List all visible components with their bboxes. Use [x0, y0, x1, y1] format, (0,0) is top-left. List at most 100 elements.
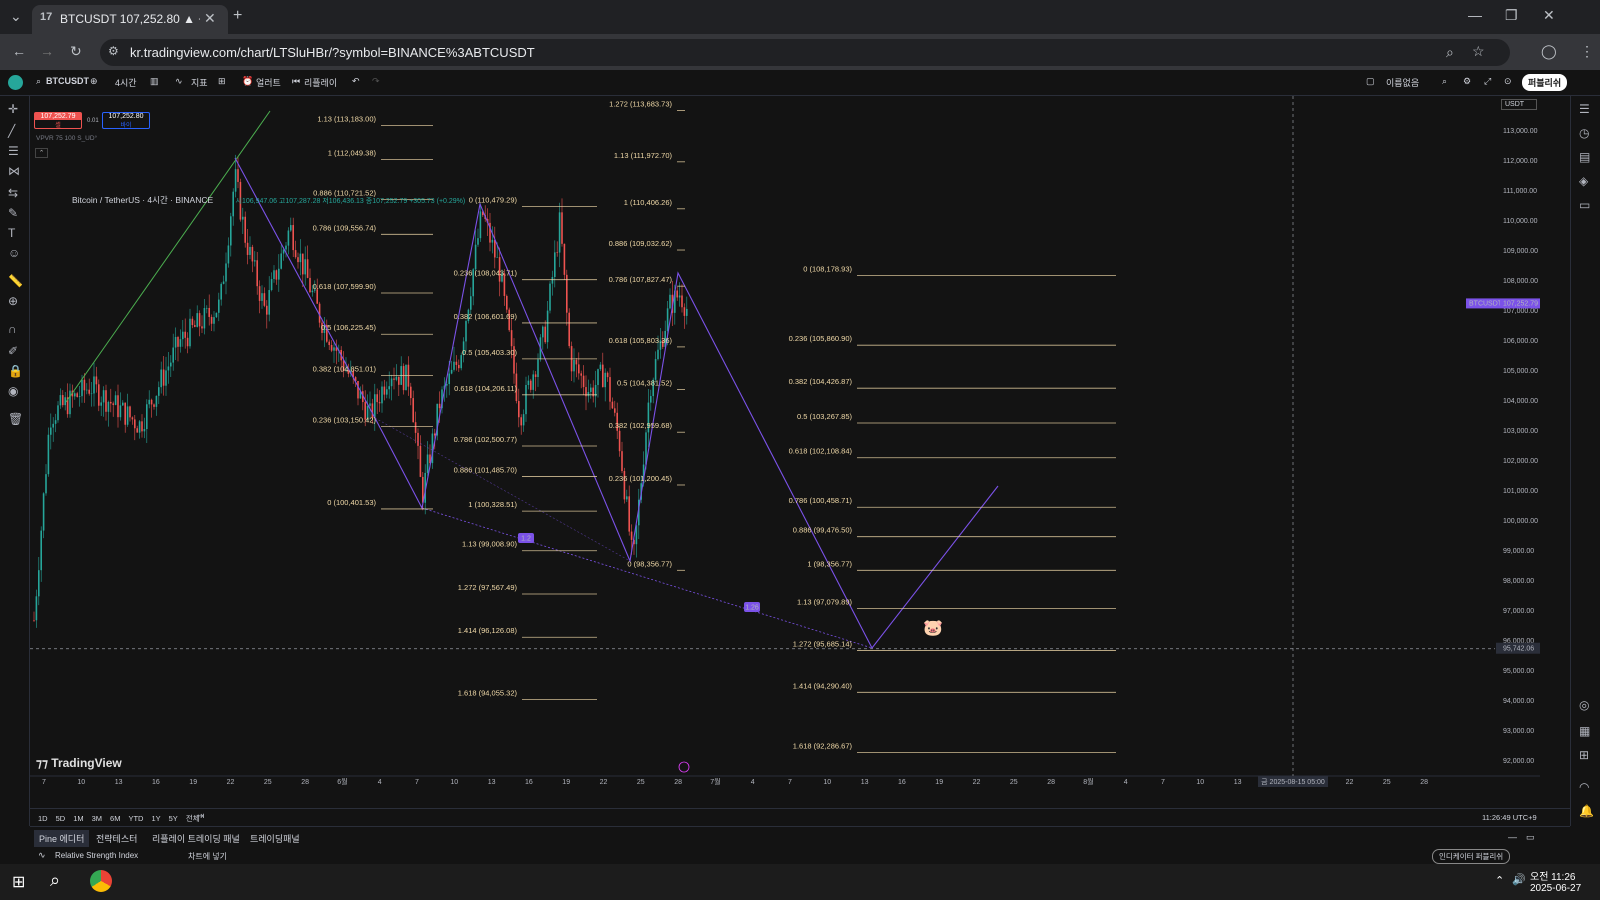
- alert-icon[interactable]: ⏰: [242, 76, 253, 87]
- tab-strategy-tester[interactable]: 전략테스터: [96, 832, 137, 845]
- chat-icon[interactable]: ▭: [1579, 198, 1590, 212]
- watchlist-icon[interactable]: ☰: [1579, 102, 1590, 116]
- bell-icon[interactable]: 🔔: [1579, 804, 1594, 818]
- text-tool-icon[interactable]: T: [8, 226, 15, 240]
- interval-button[interactable]: 4시간: [115, 76, 137, 89]
- reload-icon[interactable]: ↻: [70, 43, 82, 60]
- alerts-clock-icon[interactable]: ◷: [1579, 126, 1589, 140]
- pattern-tool-icon[interactable]: ⋈: [8, 164, 20, 178]
- buy-button[interactable]: 107,252.80 바이: [102, 112, 150, 129]
- magnet-icon[interactable]: ∩: [8, 322, 17, 336]
- alert-button[interactable]: 얼러트: [256, 76, 281, 89]
- range-button[interactable]: 5Y: [169, 814, 178, 823]
- crosshair-icon[interactable]: ✛: [8, 102, 18, 116]
- news-icon[interactable]: ▤: [1579, 150, 1590, 164]
- tab-replay-panel[interactable]: 리플레이 트레이딩 패널: [152, 832, 240, 845]
- vpvr-indicator-label[interactable]: VPVR 75 100 S_UD°: [36, 135, 97, 142]
- templates-icon[interactable]: ⊞: [218, 76, 226, 87]
- pine-script-name[interactable]: Relative Strength Index: [55, 851, 138, 860]
- range-button[interactable]: 3M: [92, 814, 102, 823]
- layout-icon[interactable]: ▢: [1366, 76, 1375, 87]
- chart-type-icon[interactable]: ▥: [150, 76, 159, 87]
- chrome-taskbar-icon[interactable]: [90, 870, 112, 892]
- indicators-icon[interactable]: ∿: [175, 76, 183, 87]
- range-button[interactable]: 1D: [38, 814, 48, 823]
- date-range-icon[interactable]: ⇥: [196, 811, 204, 822]
- snapshot-icon[interactable]: ⊙: [1504, 76, 1512, 87]
- undo-icon[interactable]: ↶: [352, 76, 360, 87]
- quick-search-icon[interactable]: ⌕: [1442, 76, 1447, 87]
- emoji-icon[interactable]: ☺: [8, 246, 20, 260]
- apps-grid-icon[interactable]: ⊞: [1579, 748, 1589, 762]
- sell-button[interactable]: 107,252.79 셀: [34, 112, 82, 129]
- broadcast-icon[interactable]: ◠: [1579, 780, 1589, 794]
- publish-indicator-button[interactable]: 인디케이터 퍼블리쉬: [1432, 849, 1511, 864]
- tab-search-icon[interactable]: ⌄: [10, 8, 22, 25]
- layout-name[interactable]: 이름없음: [1386, 76, 1419, 89]
- menu-dots-icon[interactable]: ⋮: [1580, 43, 1594, 60]
- candle-body: [590, 387, 592, 392]
- eye-icon[interactable]: ◉: [8, 384, 18, 398]
- chart-pane[interactable]: 113,000.00 112,000.00 111,000.00 110,000.00…: [30, 96, 1540, 793]
- replay-button[interactable]: 리플레이: [304, 76, 337, 89]
- tab-pine-editor[interactable]: Pine 에디터: [34, 830, 90, 847]
- new-tab-icon[interactable]: +: [233, 7, 242, 25]
- back-icon[interactable]: ←: [12, 43, 26, 59]
- settings-icon[interactable]: ⚙: [1463, 76, 1471, 87]
- pine-script-icon[interactable]: ∿: [38, 850, 46, 861]
- forecast-tool-icon[interactable]: ⇆: [8, 186, 18, 200]
- minimize-icon[interactable]: —: [1468, 7, 1482, 23]
- volume-icon[interactable]: 🔊: [1512, 873, 1526, 886]
- range-button[interactable]: YTD: [128, 814, 143, 823]
- event-marker-icon[interactable]: [678, 761, 690, 773]
- close-window-icon[interactable]: ✕: [1543, 7, 1555, 24]
- taskbar-time[interactable]: 오전 11:26: [1530, 868, 1575, 883]
- site-info-icon[interactable]: ⚙: [108, 44, 119, 58]
- range-button[interactable]: 5D: [56, 814, 66, 823]
- fib-tool-icon[interactable]: ☰: [8, 144, 19, 158]
- taskbar-date[interactable]: 2025-06-27: [1530, 883, 1581, 894]
- range-button[interactable]: 1M: [73, 814, 83, 823]
- target-icon[interactable]: ◎: [1579, 698, 1589, 712]
- profile-icon[interactable]: ◯: [1541, 43, 1557, 60]
- tab-trading-panel[interactable]: 트레이딩패널: [250, 832, 300, 845]
- layers-icon[interactable]: ◈: [1579, 174, 1588, 188]
- ruler-icon[interactable]: 📏: [8, 274, 23, 288]
- range-button[interactable]: 1Y: [151, 814, 160, 823]
- windows-start-icon[interactable]: ⊞: [12, 872, 25, 892]
- add-to-chart-button[interactable]: 차트에 넣기: [188, 851, 227, 862]
- symbol-button[interactable]: BTCUSDT: [46, 76, 89, 86]
- pig-emoji[interactable]: 🐷: [923, 618, 943, 638]
- collapse-legend-button[interactable]: ⌃: [35, 148, 48, 158]
- calendar-icon[interactable]: ▦: [1579, 724, 1590, 738]
- compare-icon[interactable]: ⊕: [90, 76, 98, 87]
- fullscreen-icon[interactable]: ⤢: [1484, 76, 1491, 87]
- close-tab-icon[interactable]: ✕: [204, 10, 216, 27]
- zoom-in-icon[interactable]: ⊕: [8, 294, 18, 308]
- minimize-panel-icon[interactable]: —: [1508, 832, 1517, 842]
- currency-selector[interactable]: USDT: [1501, 99, 1537, 110]
- trendline-icon[interactable]: ╱: [8, 124, 15, 138]
- trendline[interactable]: [65, 110, 271, 403]
- url-field[interactable]: ⚙ kr.tradingview.com/chart/LTSluHBr/?sym…: [100, 39, 1510, 66]
- taskbar-search-icon[interactable]: ⌕: [50, 870, 60, 891]
- zoom-icon[interactable]: ⌕: [1446, 44, 1454, 61]
- indicators-button[interactable]: 지표: [191, 76, 208, 89]
- clock[interactable]: 11:26:49 UTC+9: [1482, 813, 1537, 822]
- forward-icon[interactable]: →: [40, 43, 54, 59]
- restore-icon[interactable]: ❐: [1505, 7, 1518, 24]
- symbol-search-icon[interactable]: ⌕: [36, 76, 41, 87]
- browser-tab[interactable]: 17 BTCUSDT 107,252.80 ▲ +0.29 ✕: [32, 5, 228, 34]
- brush-icon[interactable]: ✎: [8, 206, 18, 220]
- tray-arrow-icon[interactable]: ⌃: [1495, 874, 1504, 887]
- trash-icon[interactable]: 🗑: [8, 412, 23, 426]
- bookmark-star-icon[interactable]: ☆: [1472, 43, 1485, 60]
- user-avatar[interactable]: [8, 75, 23, 90]
- redo-icon[interactable]: ↷: [372, 76, 380, 87]
- maximize-panel-icon[interactable]: ▭: [1526, 832, 1535, 843]
- range-button[interactable]: 6M: [110, 814, 120, 823]
- lock-icon[interactable]: 🔒: [8, 364, 23, 378]
- replay-icon[interactable]: ⏮: [292, 76, 300, 87]
- publish-button[interactable]: 퍼블리쉬: [1522, 74, 1568, 91]
- lock-drawing-icon[interactable]: ✐: [8, 344, 18, 358]
